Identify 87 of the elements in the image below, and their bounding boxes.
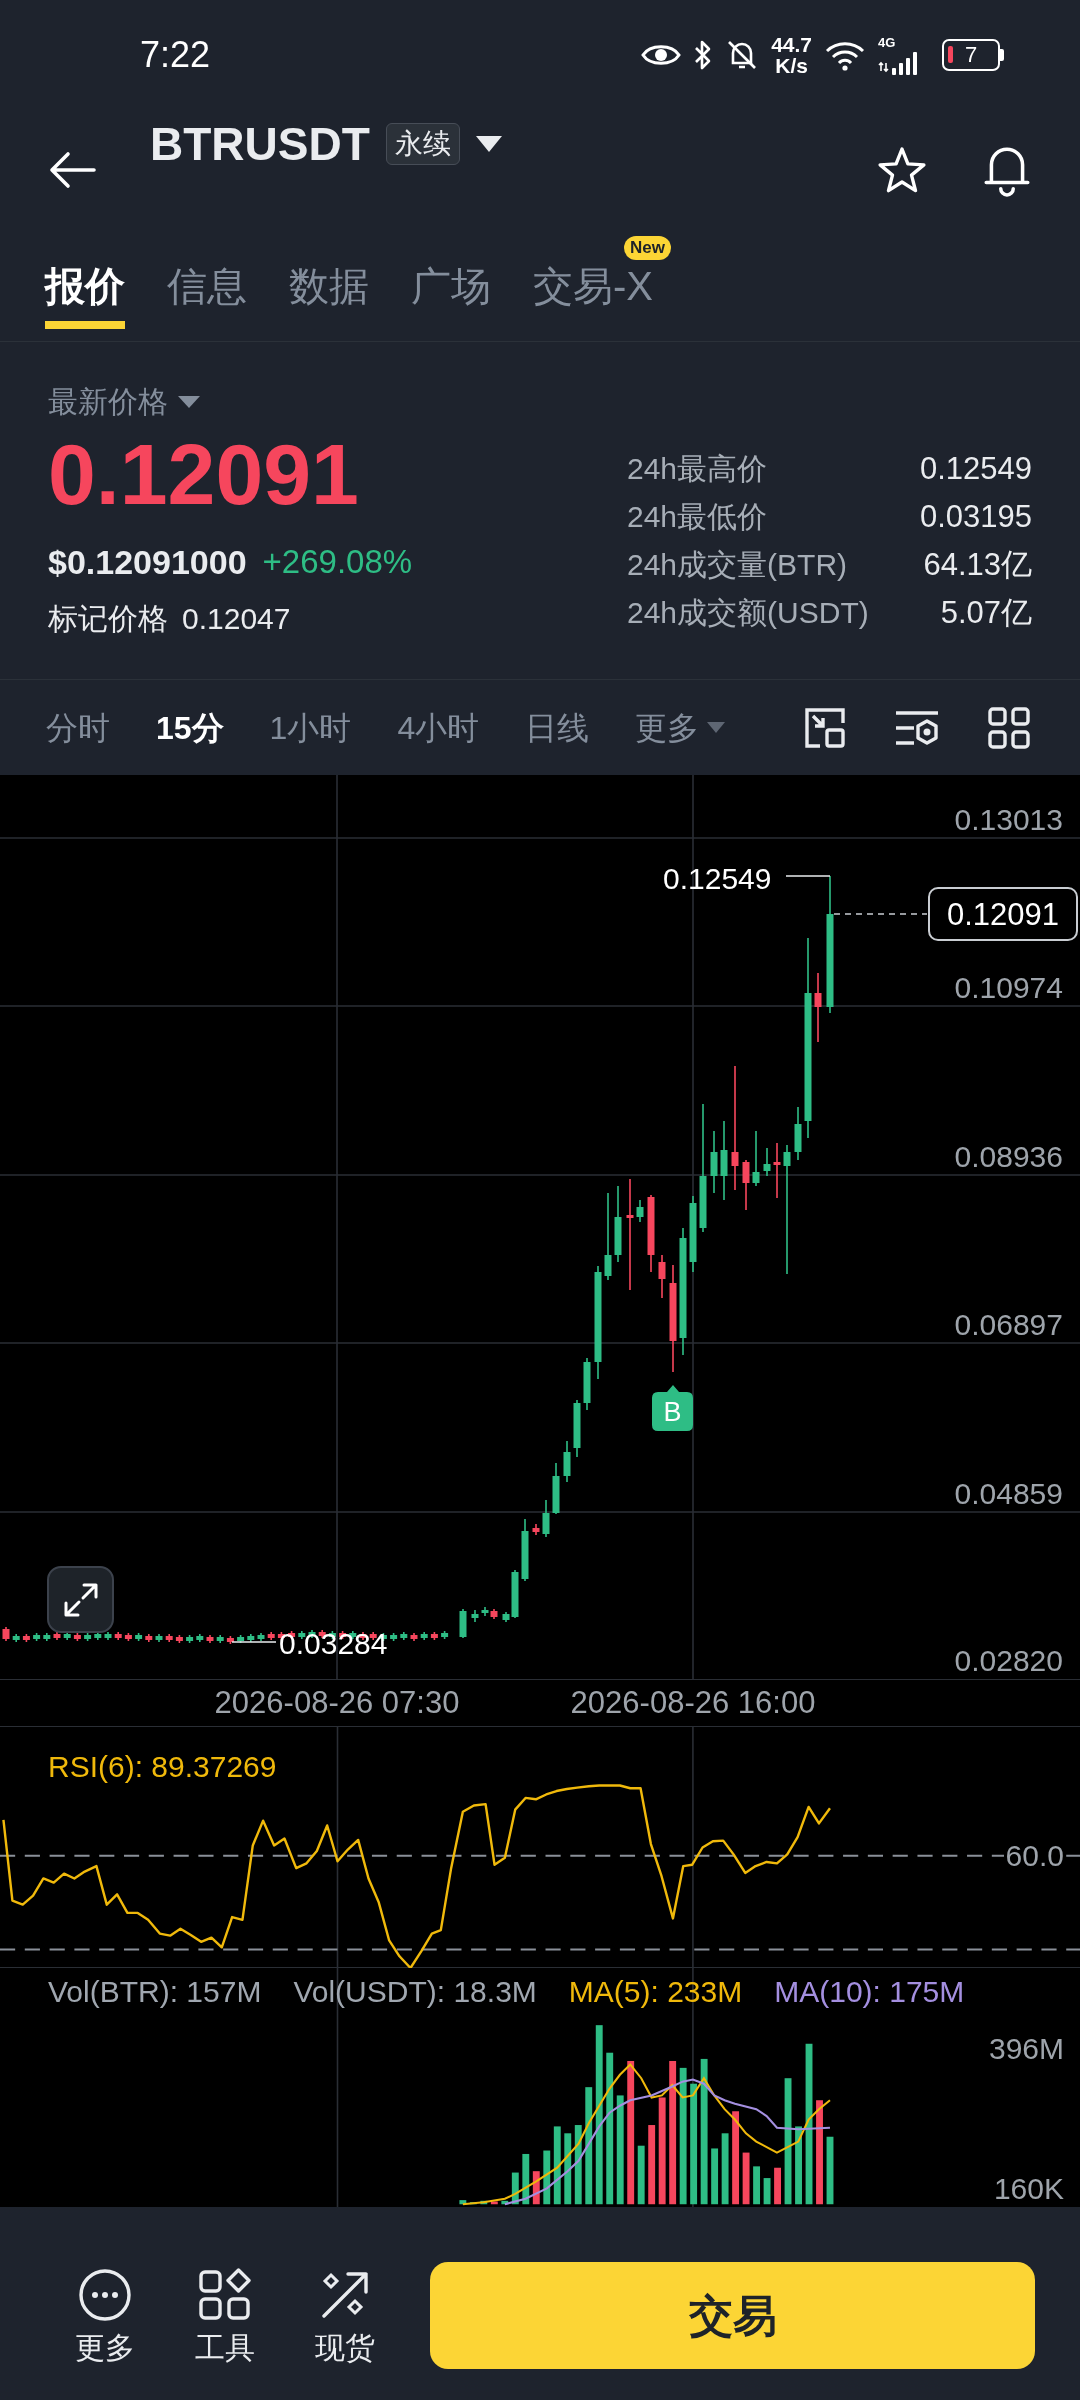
stat-value: 0.03195 [919,499,1032,535]
leader-line [231,1641,277,1643]
battery-indicator: 7 [942,39,1004,71]
stat-label: 24h最低价 [627,499,768,535]
star-icon[interactable] [876,145,928,195]
volume-legend: Vol(USDT): 18.3M [293,1974,537,2010]
resize-icon[interactable] [804,706,846,749]
tab[interactable]: 报价 [45,230,125,341]
interval-tab[interactable]: 分时 [46,707,110,748]
symbol-title[interactable]: BTRUSDT [150,118,370,170]
volume-bar [637,2145,645,2205]
stat-value: 64.13亿 [923,547,1032,583]
volume-bar [490,2201,498,2205]
mark-price: 0.12047 [182,601,291,637]
volume-bar [522,2153,530,2205]
price-type-selector[interactable]: 最新价格 [48,384,200,420]
price-axis-label: 0.10974 [954,971,1063,1004]
toolbar-button[interactable]: 更多 [55,2268,155,2366]
rsi-legend: RSI(6): 89.37269 [48,1749,277,1785]
price-axis-label: 0.08936 [954,1140,1063,1173]
stat-label: 24h成交额(USDT) [627,595,869,631]
interval-tab[interactable]: 4小时 [397,707,480,748]
stat-label: 24h成交量(BTR) [627,547,848,583]
volume-bar [511,2172,519,2205]
back-arrow-icon[interactable] [48,151,96,189]
usd-price: $0.12091000 [48,542,247,582]
high-price-label: 0.12549 [663,862,772,895]
price-axis-label: 0.06897 [954,1308,1063,1341]
toolbar-button[interactable]: 现货 [295,2268,395,2366]
mark-price-label: 标记价格 [48,601,168,637]
volume-bar [480,2200,488,2205]
volume-axis-label: 396M [988,2032,1064,2066]
volume-bar [543,2150,551,2205]
price-axis-label: 0.13013 [954,803,1063,836]
volume-bar [564,2133,572,2205]
wifi-icon [824,39,866,71]
stat-label: 24h最高价 [627,451,768,487]
caret-icon [707,722,726,733]
stat-value: 0.12549 [919,451,1032,487]
volume-bar [742,2152,750,2205]
volume-legend: Vol(BTR): 157M [48,1974,262,2010]
price-change: +269.08% [262,542,413,582]
status-time: 7:22 [140,35,211,75]
expand-icon [62,1581,99,1618]
volume-bar [501,2200,509,2205]
new-badge: New [624,236,671,260]
volume-bar [532,2171,540,2205]
volume-bar [774,2167,781,2205]
shapes-icon [198,2268,252,2322]
network-speed: 44.7 [771,34,812,55]
volume-bar [753,2166,760,2205]
volume-bar [826,2136,834,2205]
interval-tab[interactable]: 1小时 [269,707,352,748]
trade-button[interactable]: 交易 [430,2262,1035,2369]
volume-bar [763,2178,771,2205]
time-axis-label: 2026-08-26 16:00 [570,1685,816,1721]
grid-icon[interactable] [988,706,1030,749]
caret-icon[interactable] [475,136,502,152]
interval-tab[interactable]: 日线 [525,707,590,748]
volume-bar [721,2133,729,2205]
stat-value: 5.07亿 [940,595,1032,631]
price-axis-label: 0.02820 [954,1644,1063,1677]
caret-icon [178,396,200,408]
last-price-tag: 0.12091 [928,887,1078,941]
contract-badge: 永续 [385,123,460,165]
toolbar-button[interactable]: 工具 [175,2268,275,2366]
time-axis-label: 2026-08-26 07:30 [214,1685,460,1721]
leader-line [785,875,831,877]
network-speed-unit: K/s [775,55,808,76]
eye-icon [641,42,682,68]
tab[interactable]: 信息 [167,230,247,341]
buy-marker: B [652,1385,693,1431]
interval-menu[interactable]: 更多 [635,707,726,748]
last-price: 0.12091 [48,426,360,522]
expand-chart-button[interactable] [47,1566,114,1633]
interval-tab[interactable]: 15分 [156,707,224,748]
tab[interactable]: 数据 [289,230,369,341]
volume-bar [711,2148,719,2205]
volume-legend: MA(10): 175M [774,1974,965,2010]
network-type: 4G [878,35,896,49]
volume-legend: MA(5): 233M [568,1974,743,2010]
more-icon [78,2268,132,2322]
tab[interactable]: 广场 [411,230,491,341]
price-axis-label: 0.04859 [954,1477,1063,1510]
volume-bar [459,2200,467,2205]
volume-axis-label: 160K [993,2172,1064,2206]
low-price-label: 0.03284 [279,1627,388,1660]
